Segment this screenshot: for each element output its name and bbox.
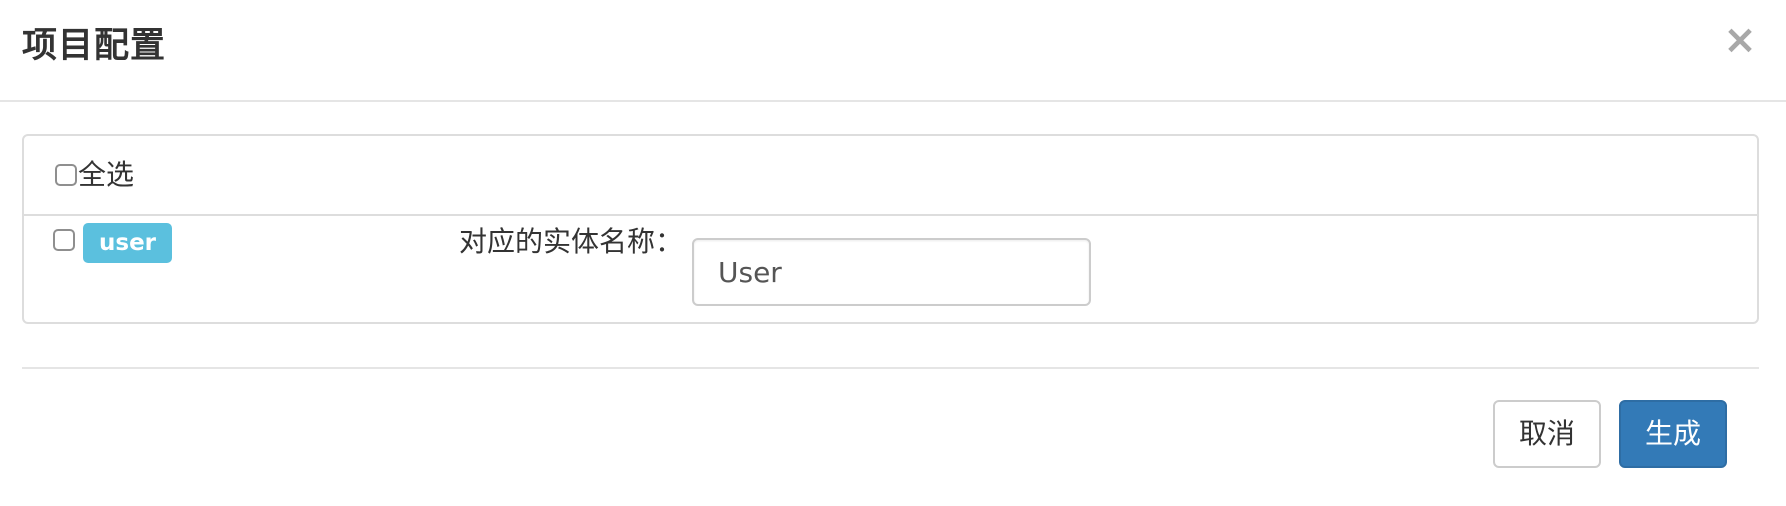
dialog-header: 项目配置 × [0, 0, 1786, 102]
project-config-dialog: 项目配置 × 全选 user 对应的实体名称： 取消 生成 [0, 0, 1786, 506]
footer-divider [22, 367, 1759, 369]
table-name-badge: user [83, 223, 173, 263]
select-all-checkbox[interactable] [55, 164, 77, 186]
cancel-button[interactable]: 取消 [1493, 400, 1601, 468]
dialog-title: 项目配置 [22, 26, 167, 66]
close-icon[interactable]: × [1722, 20, 1758, 60]
select-all-row: 全选 [24, 136, 1757, 216]
generate-button[interactable]: 生成 [1619, 400, 1727, 468]
entity-name-input[interactable] [692, 238, 1091, 306]
select-all-label: 全选 [78, 158, 135, 191]
table-row-checkbox[interactable] [53, 229, 75, 251]
entity-name-label: 对应的实体名称： [459, 225, 684, 258]
